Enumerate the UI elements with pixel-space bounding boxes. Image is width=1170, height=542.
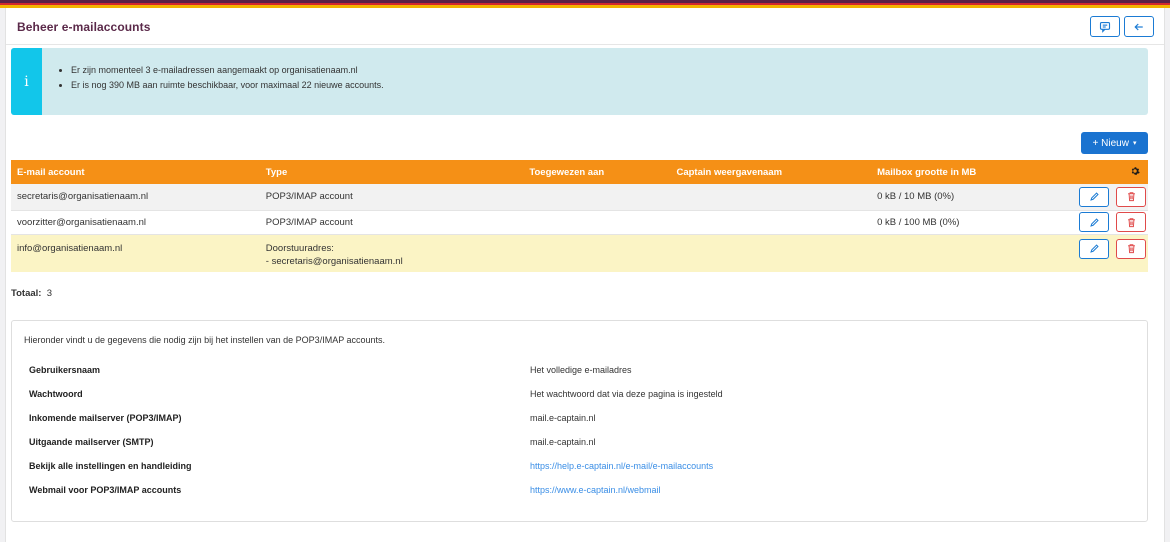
comment-button[interactable] bbox=[1090, 16, 1120, 37]
chevron-down-icon: ▾ bbox=[1132, 140, 1137, 147]
cell-assigned bbox=[523, 210, 671, 235]
table-row: voorzitter@organisatienaam.nl POP3/IMAP … bbox=[11, 210, 1148, 235]
info-icon: i bbox=[11, 48, 42, 115]
settings-key: Inkomende mailserver (POP3/IMAP) bbox=[29, 413, 182, 423]
cell-size: 0 kB / 100 MB (0%) bbox=[871, 210, 1070, 235]
settings-intro: Hieronder vindt u de gegevens die nodig … bbox=[24, 335, 386, 345]
info-line: Er zijn momenteel 3 e-mailadressen aange… bbox=[71, 65, 384, 75]
comment-icon bbox=[1099, 21, 1111, 33]
total-count: Totaal: 3 bbox=[11, 288, 52, 299]
col-assigned[interactable]: Toegewezen aan bbox=[523, 160, 671, 184]
delete-button[interactable] bbox=[1116, 212, 1146, 232]
table-row: info@organisatienaam.nl Doorstuuradres: -… bbox=[11, 234, 1148, 272]
row-actions bbox=[1069, 210, 1148, 235]
settings-key: Wachtwoord bbox=[29, 389, 83, 399]
settings-value: Het wachtwoord dat via deze pagina is in… bbox=[530, 389, 723, 399]
arrow-left-icon bbox=[1134, 23, 1143, 30]
row-actions bbox=[1069, 234, 1148, 272]
row-actions bbox=[1069, 184, 1148, 211]
back-button[interactable] bbox=[1124, 16, 1154, 37]
accounts-table: E-mail account Type Toegewezen aan Capta… bbox=[11, 160, 1148, 272]
table-header-row: E-mail account Type Toegewezen aan Capta… bbox=[11, 160, 1148, 184]
col-email-account[interactable]: E-mail account bbox=[11, 160, 260, 184]
pencil-icon bbox=[1090, 244, 1099, 253]
edit-button[interactable] bbox=[1079, 238, 1110, 259]
cell-type: POP3/IMAP account bbox=[259, 210, 524, 235]
delete-button[interactable] bbox=[1116, 186, 1146, 207]
settings-value: mail.e-captain.nl bbox=[530, 413, 596, 423]
settings-value: Het volledige e-mailadres bbox=[530, 365, 632, 375]
col-type[interactable]: Type bbox=[259, 160, 524, 184]
settings-row: Uitgaande mailserver (SMTP) mail.e-capta… bbox=[29, 437, 1129, 451]
settings-key: Webmail voor POP3/IMAP accounts bbox=[29, 485, 182, 495]
cell-account: info@organisatienaam.nl bbox=[11, 234, 260, 272]
cell-captain bbox=[670, 184, 872, 211]
pencil-icon bbox=[1090, 192, 1099, 202]
settings-info-box: Hieronder vindt u de gegevens die nodig … bbox=[11, 320, 1148, 522]
delete-button[interactable] bbox=[1116, 238, 1146, 259]
cell-account: voorzitter@organisatienaam.nl bbox=[11, 210, 260, 235]
settings-value: mail.e-captain.nl bbox=[530, 437, 596, 447]
webmail-link[interactable]: https://www.e-captain.nl/webmail bbox=[530, 485, 661, 495]
col-mailbox-size[interactable]: Mailbox grootte in MB bbox=[871, 160, 1070, 184]
cell-size bbox=[871, 234, 1070, 272]
help-link[interactable]: https://help.e-captain.nl/e-mail/e-maila… bbox=[530, 461, 713, 471]
new-button-label: + Nieuw bbox=[1092, 137, 1129, 149]
settings-row: Webmail voor POP3/IMAP accounts https://… bbox=[29, 485, 1129, 499]
info-line: Er is nog 390 MB aan ruimte beschikbaar,… bbox=[71, 80, 384, 90]
settings-key: Bekijk alle instellingen en handleiding bbox=[29, 461, 192, 471]
edit-button[interactable] bbox=[1079, 212, 1110, 232]
info-alert: i Er zijn momenteel 3 e-mailadressen aan… bbox=[11, 48, 1148, 115]
cell-captain bbox=[670, 210, 872, 235]
pencil-icon bbox=[1090, 217, 1099, 227]
column-settings[interactable] bbox=[1069, 160, 1148, 184]
cell-type: Doorstuuradres: - secretaris@organisatien… bbox=[259, 234, 524, 272]
settings-row: Inkomende mailserver (POP3/IMAP) mail.e-… bbox=[29, 413, 1129, 427]
trash-icon bbox=[1127, 192, 1135, 202]
page-header: Beheer e-mailaccounts bbox=[6, 8, 1164, 45]
edit-button[interactable] bbox=[1079, 186, 1110, 207]
trash-icon bbox=[1127, 217, 1135, 227]
cell-type: POP3/IMAP account bbox=[259, 184, 524, 211]
settings-row: Wachtwoord Het wachtwoord dat via deze p… bbox=[29, 389, 1129, 403]
page-title: Beheer e-mailaccounts bbox=[17, 20, 151, 34]
settings-row: Bekijk alle instellingen en handleiding … bbox=[29, 461, 1129, 475]
gear-icon bbox=[1131, 166, 1140, 175]
brand-stripe bbox=[0, 0, 1170, 8]
col-captain-name[interactable]: Captain weergavenaam bbox=[670, 160, 872, 184]
cell-size: 0 kB / 10 MB (0%) bbox=[871, 184, 1070, 211]
settings-key: Uitgaande mailserver (SMTP) bbox=[29, 437, 154, 447]
settings-key: Gebruikersnaam bbox=[29, 365, 101, 375]
table-row: secretaris@organisatienaam.nl POP3/IMAP … bbox=[11, 184, 1148, 211]
total-label: Totaal: bbox=[11, 288, 42, 299]
cell-assigned bbox=[523, 184, 671, 211]
new-account-button[interactable]: + Nieuw ▾ bbox=[1081, 132, 1148, 154]
settings-row: Gebruikersnaam Het volledige e-mailadres bbox=[29, 365, 1129, 379]
cell-account: secretaris@organisatienaam.nl bbox=[11, 184, 260, 211]
total-value: 3 bbox=[46, 288, 53, 299]
trash-icon bbox=[1127, 244, 1135, 254]
cell-assigned bbox=[523, 234, 671, 272]
info-list: Er zijn momenteel 3 e-mailadressen aange… bbox=[71, 65, 384, 95]
cell-captain bbox=[670, 234, 872, 272]
